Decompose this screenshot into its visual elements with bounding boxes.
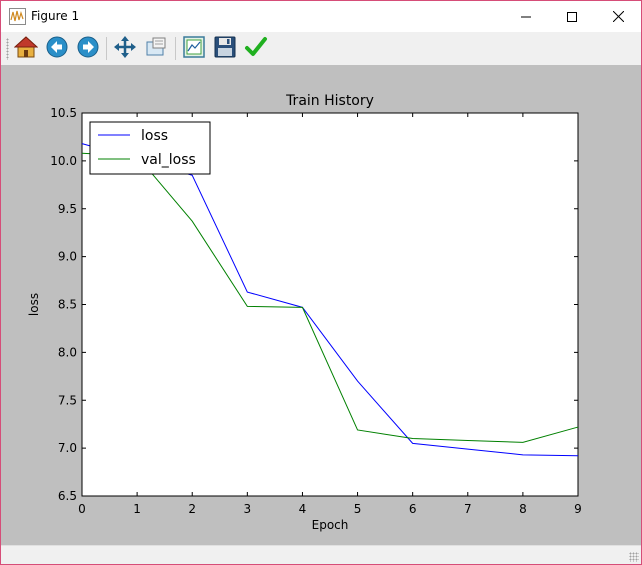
x-tick-label: 0 [78,502,86,516]
x-tick-label: 3 [244,502,252,516]
y-tick-label: 7.5 [58,393,77,407]
subplots-button[interactable] [181,36,207,62]
back-button[interactable] [44,36,70,62]
save-button[interactable] [212,36,238,62]
figure-canvas[interactable]: 0 1 2 3 4 5 6 7 8 9 6.5 7.0 7.5 8.0 8.5 9.0 9.5 10.0 10.5 T… [1,65,641,545]
y-tick-label: 8.0 [58,345,77,359]
x-tick-label: 8 [519,502,527,516]
zoom-button[interactable] [143,36,169,62]
y-tick-label: 10.0 [50,154,77,168]
minimize-button[interactable] [503,1,549,32]
pan-button[interactable] [112,36,138,62]
window-title: Figure 1 [31,9,80,23]
x-axis-label: Epoch [312,518,349,532]
home-icon [13,35,39,63]
legend-label: val_loss [141,152,196,168]
y-tick-label: 10.5 [50,106,77,120]
x-tick-label: 6 [409,502,417,516]
maximize-button[interactable] [549,1,595,32]
matplotlib-app-icon [9,8,26,25]
chart-title: Train History [285,93,374,109]
forward-arrow-icon [76,35,100,63]
y-tick-label: 9.0 [58,250,77,264]
line-chart[interactable]: 0 1 2 3 4 5 6 7 8 9 6.5 7.0 7.5 8.0 8.5 9.0 9.5 10.0 10.5 T… [1,65,641,545]
y-tick-label: 6.5 [58,489,77,503]
close-button[interactable] [595,1,641,32]
resize-grip[interactable] [629,552,639,562]
legend-label: loss [141,128,168,144]
forward-button[interactable] [75,36,101,62]
y-tick-label: 8.5 [58,298,77,312]
status-bar [1,545,641,564]
x-tick-label: 2 [188,502,196,516]
figure-window: Figure 1 0 1 2 3 4 5 6 7 8 9 6.5 7.0 7.5… [0,0,642,565]
navigation-toolbar [1,32,641,65]
x-tick-label: 4 [299,502,307,516]
toolbar-separator [106,37,107,60]
toolbar-grip[interactable] [6,38,9,60]
x-tick-label: 1 [133,502,141,516]
edit-axis-button[interactable] [243,36,269,62]
x-tick-label: 9 [574,502,582,516]
checkmark-icon [244,35,268,63]
x-tick-label: 5 [354,502,362,516]
subplots-icon [182,35,206,63]
title-bar[interactable]: Figure 1 [1,1,641,32]
back-arrow-icon [45,35,69,63]
home-button[interactable] [13,36,39,62]
x-tick-label: 7 [464,502,472,516]
floppy-disk-icon [213,35,237,63]
move-icon [113,35,137,63]
y-tick-label: 7.0 [58,441,77,455]
y-axis-label: loss [27,293,41,316]
toolbar-separator [175,37,176,60]
zoom-rect-icon [144,35,168,63]
y-tick-label: 9.5 [58,202,77,216]
